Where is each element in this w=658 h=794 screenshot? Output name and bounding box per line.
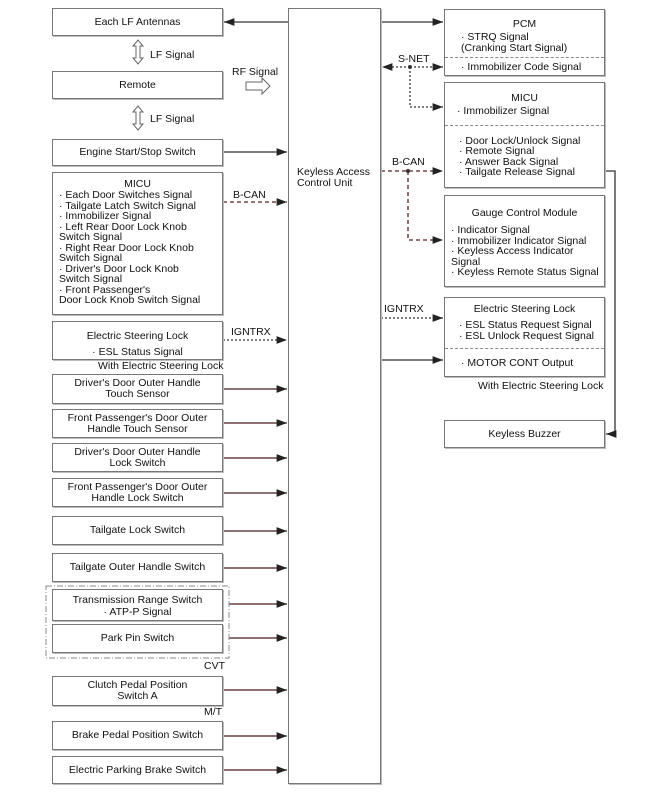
mt-label: M/T (204, 706, 223, 718)
clutch-pedal-position-switch: Clutch Pedal Position Switch A (52, 676, 223, 706)
rf-signal-label: RF Signal (232, 66, 279, 78)
front-passengers-door-outer-handle-lock-switch: Front Passenger's Door Outer Handle Lock… (52, 478, 223, 507)
keyless-buzzer: Keyless Buzzer (444, 420, 605, 448)
signal-line: Switch Signal (59, 273, 123, 285)
each-lf-antennas: Each LF Antennas (52, 8, 223, 36)
drivers-door-outer-handle-lock-switch: Driver's Door Outer Handle Lock Switch (52, 443, 223, 472)
igntrx-label: IGNTRX (231, 326, 271, 338)
transmission-range-switch: Transmission Range Switch · ATP-P Signal (52, 589, 223, 621)
electric-steering-lock-left: Electric Steering Lock · ESL Status Signa… (52, 321, 223, 360)
electric-steering-lock-right: Electric Steering Lock · ESL Status Requ… (444, 297, 605, 377)
with-esl-note: With Electric Steering Lock (98, 360, 224, 372)
electric-parking-brake-switch: Electric Parking Brake Switch (52, 756, 223, 784)
lf-signal-label: LF Signal (150, 113, 195, 125)
tailgate-lock-switch: Tailgate Lock Switch (52, 516, 223, 545)
signal-line: Switch Signal (59, 252, 123, 264)
gauge-control-module: Gauge Control Module · Indicator Signal ·… (444, 195, 605, 287)
signal-line: Door Lock Knob Switch Signal (59, 294, 201, 306)
remote: Remote (52, 71, 223, 99)
signal-line: Switch Signal (59, 231, 123, 243)
engine-start-stop-switch: Engine Start/Stop Switch (52, 139, 223, 166)
keyless-access-control-unit: Keyless Access Control Unit (288, 8, 381, 784)
signal-line: · Remote Signal (459, 145, 535, 157)
signal-line: · Immobilizer Signal (59, 210, 152, 222)
micu-left: MICU · Each Door Switches Signal · Tailga… (52, 172, 223, 315)
with-esl-note: With Electric Steering Lock (478, 380, 604, 392)
signal-line: · Tailgate Release Signal (459, 166, 575, 178)
brake-pedal-position-switch: Brake Pedal Position Switch (52, 721, 223, 750)
pcm: PCM · STRQ Signal (Cranking Start Signal… (444, 9, 605, 76)
micu-right: MICU · Immobilizer Signal · Door Lock/Un… (444, 82, 605, 188)
signal-line: · Each Door Switches Signal (59, 189, 193, 201)
diagram: Keyless Access Control Unit Each LF Ante… (0, 0, 658, 794)
signal-line: · Keyless Remote Status Signal (451, 266, 599, 278)
signal-line: · Indicator Signal (451, 224, 530, 236)
cvt-label: CVT (204, 660, 225, 672)
igntrx-label: IGNTRX (384, 303, 424, 315)
tailgate-outer-handle-switch: Tailgate Outer Handle Switch (52, 553, 223, 582)
b-can-label: B-CAN (392, 156, 425, 168)
park-pin-switch: Park Pin Switch (52, 624, 223, 653)
front-passengers-door-outer-handle-touch-sensor: Front Passenger's Door Outer Handle Touc… (52, 409, 223, 438)
b-can-label: B-CAN (233, 189, 266, 201)
drivers-door-outer-handle-touch-sensor: Driver's Door Outer Handle Touch Sensor (52, 374, 223, 404)
lf-signal-label: LF Signal (150, 49, 195, 61)
s-net-label: S-NET (398, 53, 430, 65)
signal-line: · Keyless Access Indicator (451, 245, 574, 257)
